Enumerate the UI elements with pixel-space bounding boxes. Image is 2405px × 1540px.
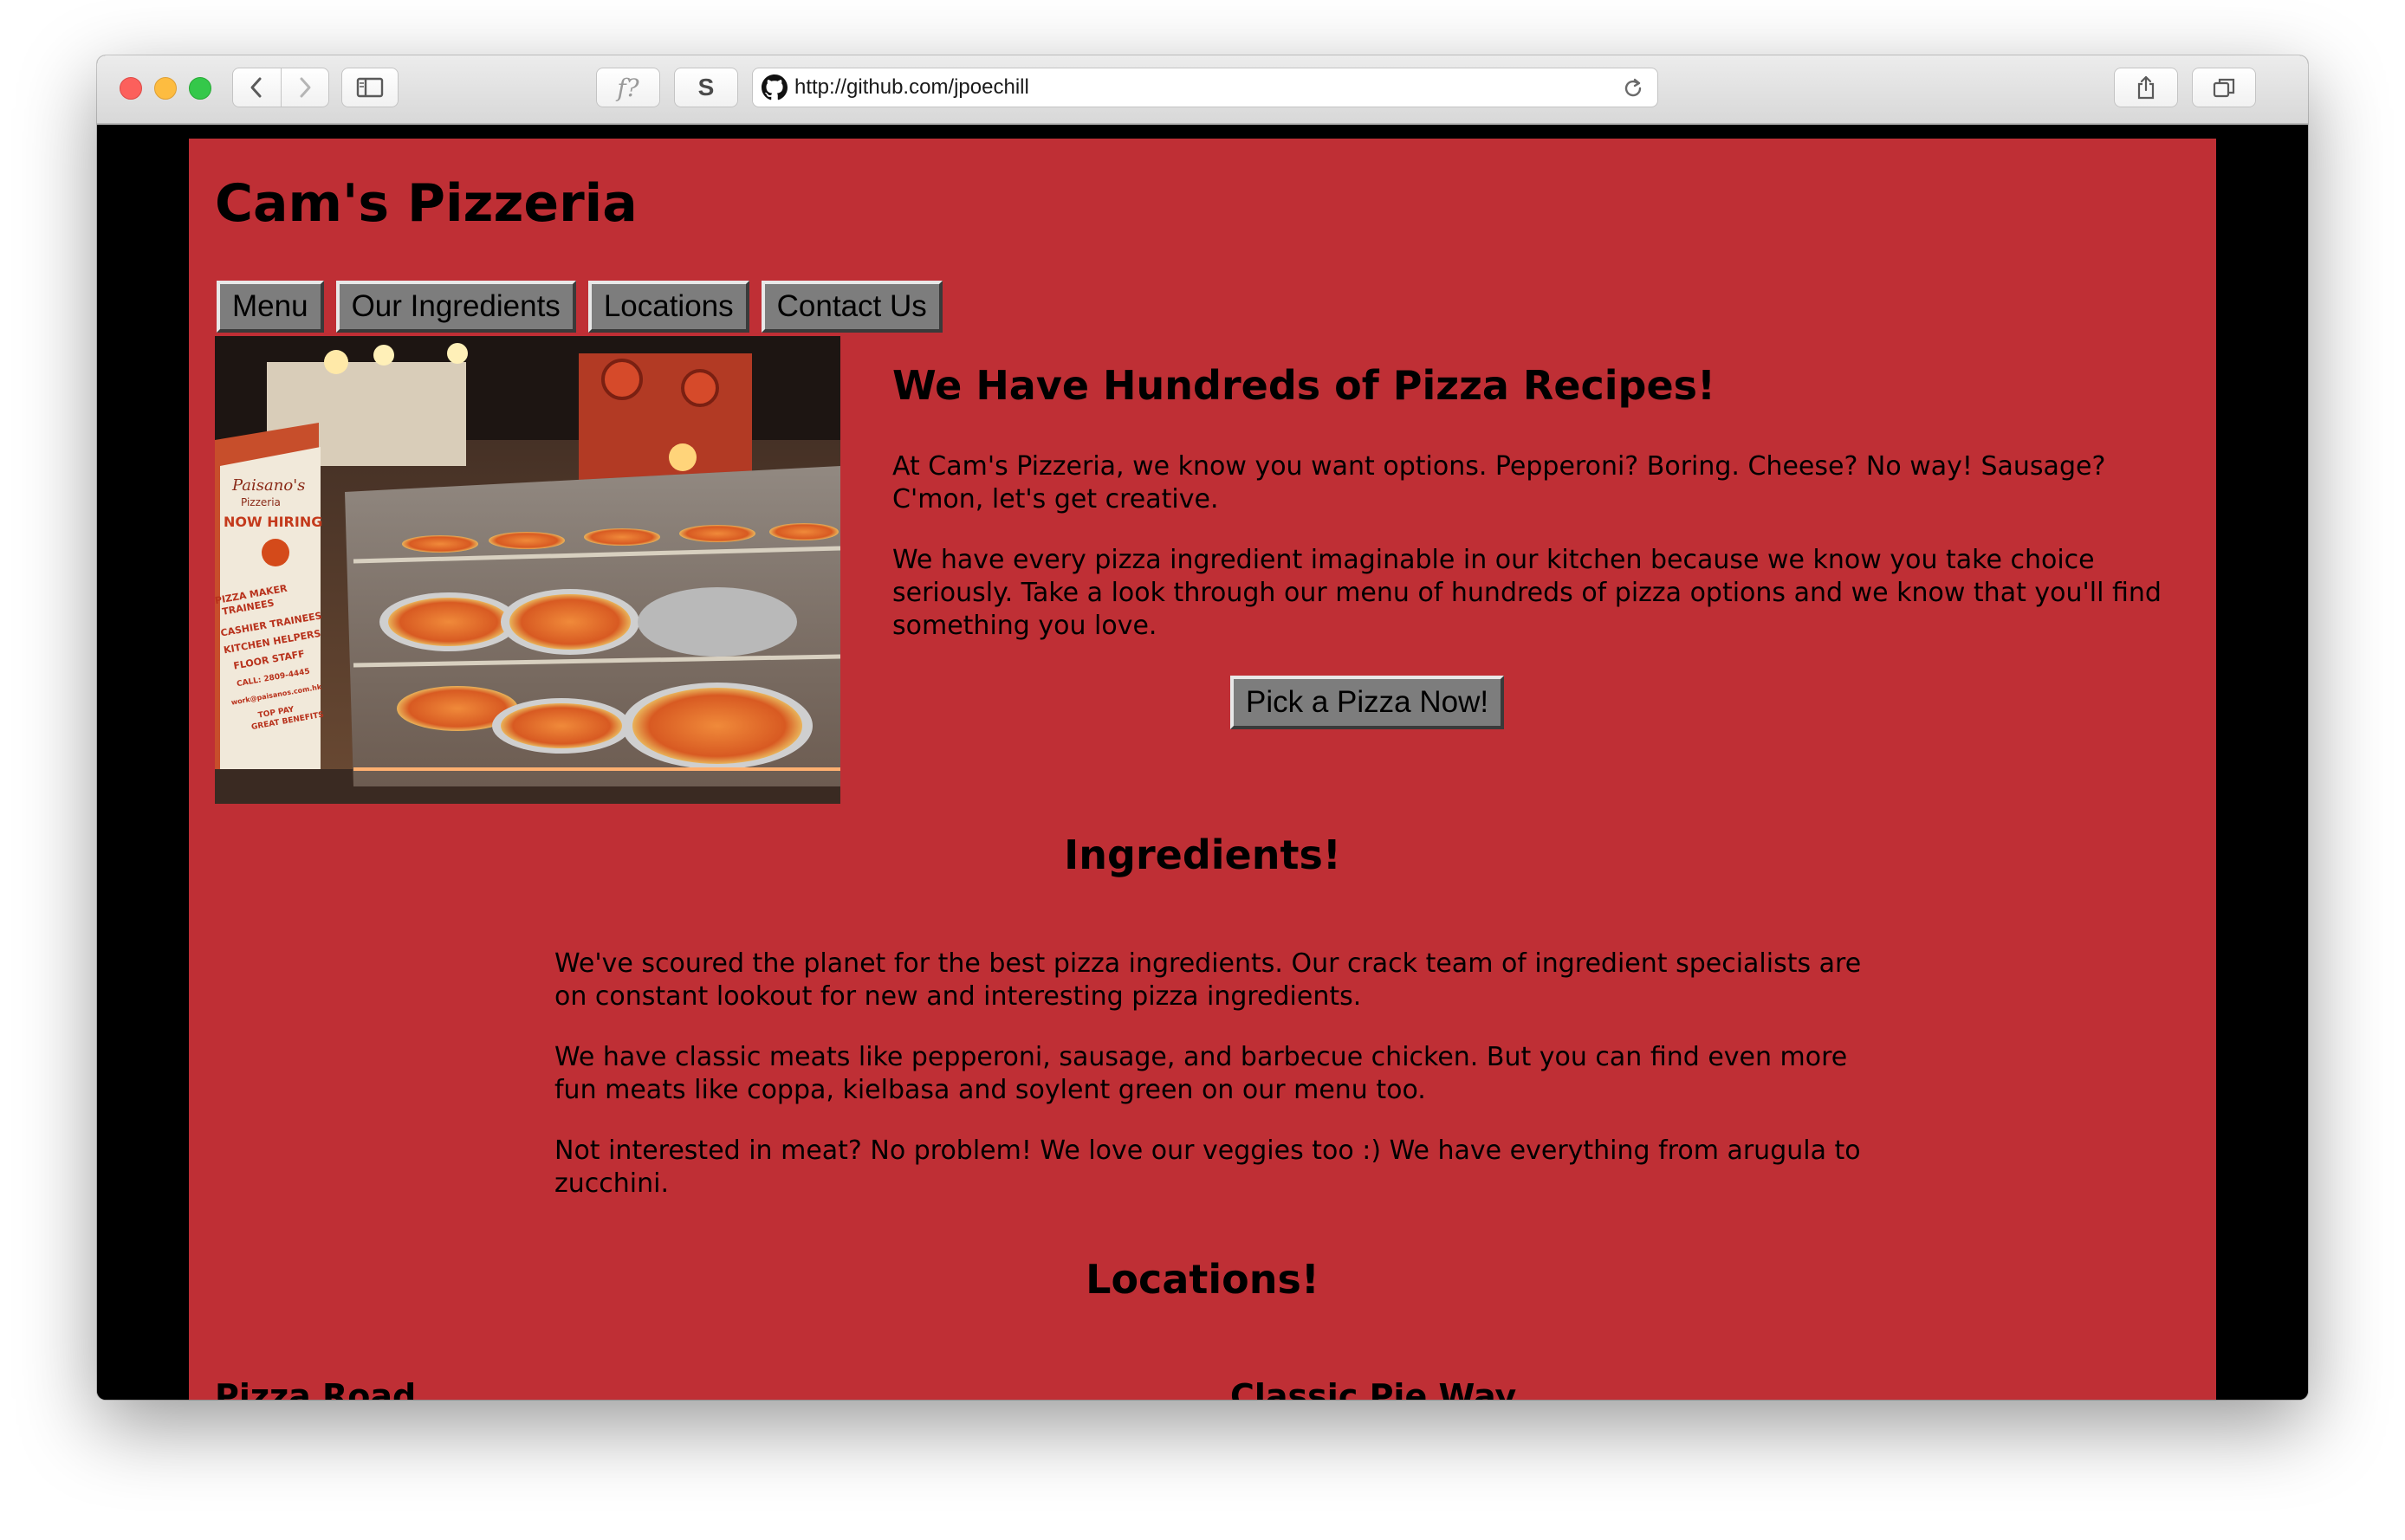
ingredients-heading: Ingredients! [1064, 831, 1341, 878]
forward-button[interactable] [280, 68, 329, 107]
page-viewport: Cam's Pizzeria Menu Our Ingredients Loca… [97, 125, 2308, 1400]
nav-ingredients-button[interactable]: Our Ingredients [335, 281, 576, 333]
sidebar-button[interactable] [341, 68, 399, 107]
tabs-icon [2213, 78, 2235, 98]
site-title: Cam's Pizzeria [215, 173, 638, 234]
history-nav [232, 68, 329, 107]
browser-window: f? S http://github.com/jpoechill + Cam's… [97, 55, 2308, 1400]
chevron-left-icon [250, 77, 262, 98]
location-name: Classic Pie Way [1230, 1377, 1517, 1400]
chevron-right-icon [300, 77, 311, 98]
ingredients-paragraph-1: We've scoured the planet for the best pi… [554, 948, 1862, 1012]
github-icon [762, 74, 788, 100]
url-text: http://github.com/jpoechill [794, 75, 1029, 99]
ingredients-paragraph-3: Not interested in meat? No problem! We l… [554, 1136, 1861, 1199]
hero-image: Paisano's Pizzeria NOW HIRING PIZZA MAKE… [215, 336, 840, 804]
sidebar-icon [356, 77, 384, 98]
locations-heading: Locations! [1086, 1256, 1319, 1303]
hero-heading: We Have Hundreds of Pizza Recipes! [892, 362, 1716, 409]
back-button[interactable] [233, 68, 281, 107]
site-nav: Menu Our Ingredients Locations Contact U… [217, 281, 955, 333]
pizzeria-page: Cam's Pizzeria Menu Our Ingredients Loca… [189, 139, 2216, 1400]
zoom-window-button[interactable] [189, 77, 211, 100]
nav-contact-button[interactable]: Contact Us [761, 281, 943, 333]
minimize-window-button[interactable] [154, 77, 177, 100]
extension-button[interactable]: S [674, 68, 738, 107]
paisanos-brand-text: Paisano's [231, 476, 305, 495]
ingredients-paragraph-2: We have classic meats like pepperoni, sa… [554, 1042, 1848, 1105]
readability-button[interactable]: f? [596, 68, 660, 107]
address-bar[interactable]: http://github.com/jpoechill [752, 68, 1658, 107]
share-icon [2137, 75, 2155, 100]
nav-menu-button[interactable]: Menu [217, 281, 324, 333]
reload-icon[interactable] [1621, 76, 1645, 100]
share-button[interactable] [2114, 68, 2178, 107]
tabs-overview-button[interactable] [2192, 68, 2256, 107]
pick-pizza-button[interactable]: Pick a Pizza Now! [1230, 676, 1505, 729]
now-hiring-text: NOW HIRING [224, 514, 322, 530]
nav-locations-button[interactable]: Locations [587, 281, 749, 333]
paisanos-brand-sub-text: Pizzeria [241, 496, 281, 508]
browser-toolbar: f? S http://github.com/jpoechill [97, 55, 2308, 125]
close-window-button[interactable] [120, 77, 142, 100]
location-name: Pizza Road [215, 1377, 417, 1400]
hero-paragraph-1: At Cam's Pizzeria, we know you want opti… [892, 451, 2106, 514]
pizza-counter-illustration: Paisano's Pizzeria NOW HIRING PIZZA MAKE… [215, 336, 840, 804]
hero-paragraph-2: We have every pizza ingredient imaginabl… [892, 545, 2162, 641]
